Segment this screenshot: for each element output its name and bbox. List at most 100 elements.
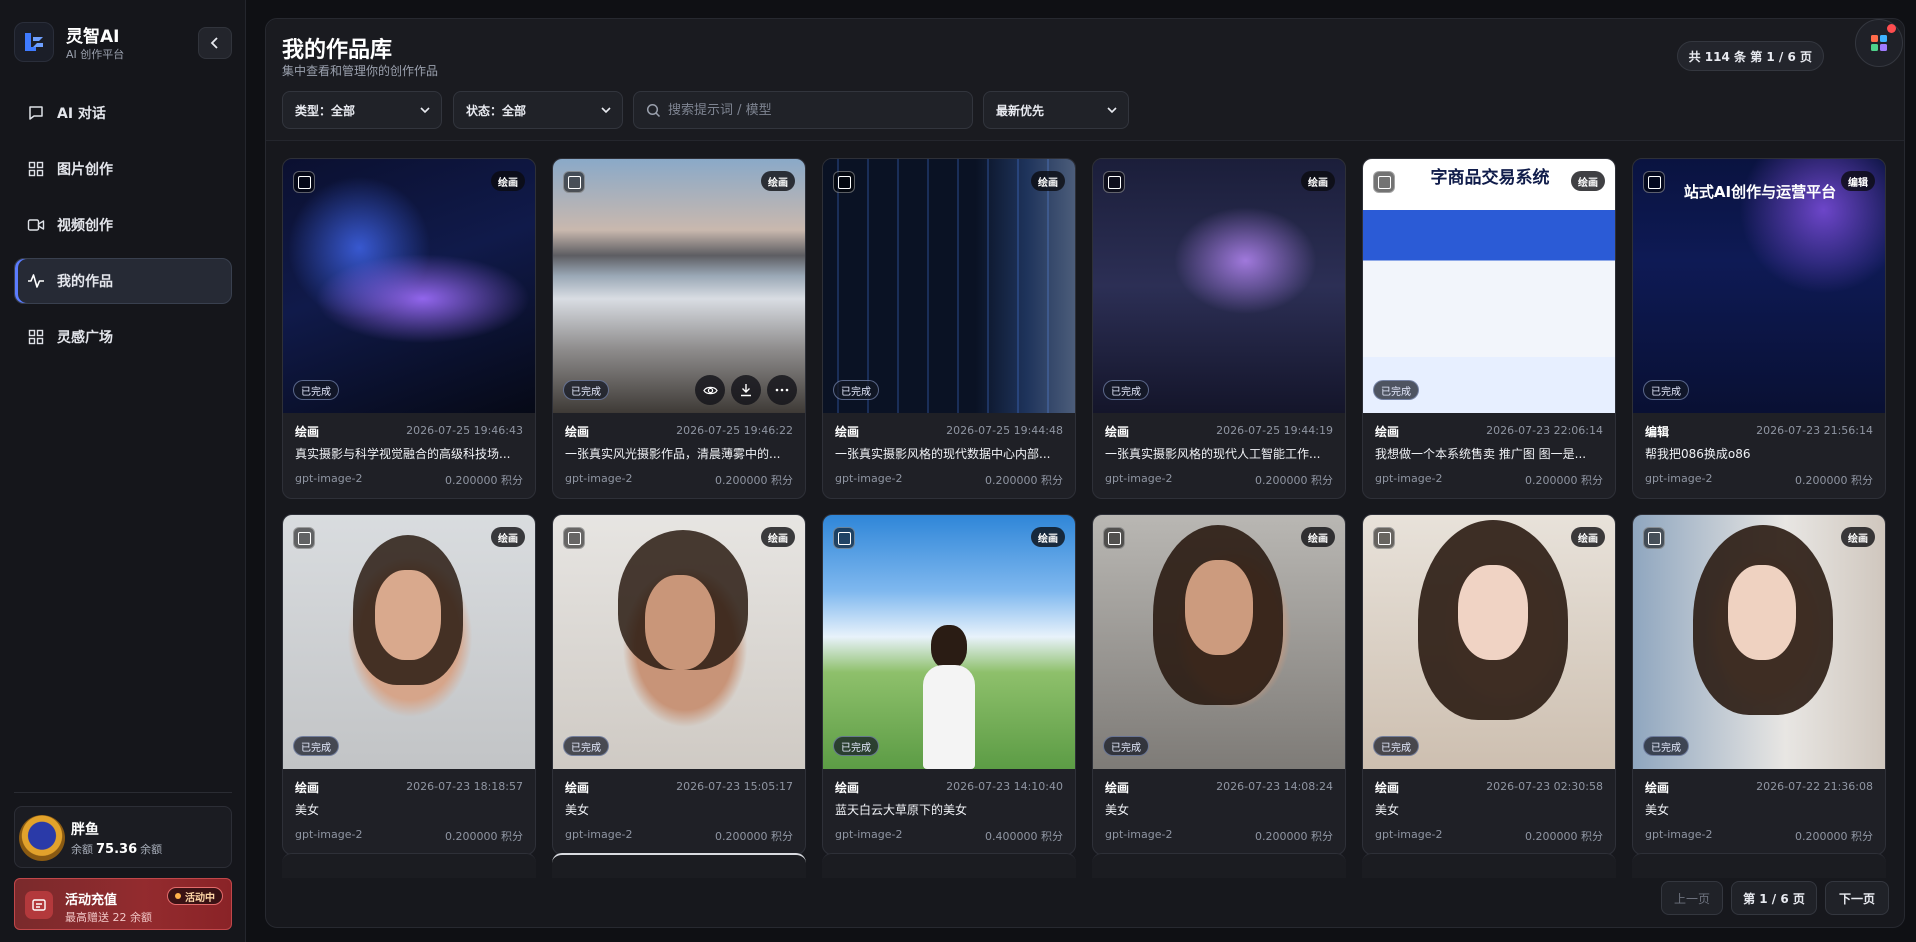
- work-prompt: 一张真实摄影风格的现代人工智能工作...: [1105, 447, 1321, 461]
- user-card[interactable]: 胖鱼 余额 75.36 余额: [14, 806, 232, 868]
- sidebar-divider: [14, 792, 232, 793]
- select-checkbox[interactable]: [833, 527, 855, 549]
- select-checkbox[interactable]: [1643, 171, 1665, 193]
- type-filter-select[interactable]: 类型：全部: [282, 91, 442, 129]
- activity-icon: [27, 272, 45, 290]
- sidebar-nav: AI 对话 图片创作 视频创作 我的作品 灵感广场: [14, 90, 232, 370]
- type-tag: 绘画: [1841, 527, 1875, 547]
- more-button[interactable]: [767, 375, 797, 405]
- sidebar-item-inspiration[interactable]: 灵感广场: [14, 314, 232, 360]
- work-thumbnail[interactable]: [283, 159, 535, 413]
- work-type: 绘画: [835, 425, 860, 439]
- sidebar-item-label: 灵感广场: [57, 330, 113, 346]
- work-thumbnail[interactable]: [1633, 515, 1885, 769]
- work-cost: 0.200000 积分: [445, 830, 523, 843]
- work-card[interactable]: 绘画 已完成 绘画 2026-07-23 14:08:24 美女 gpt-ima…: [1092, 514, 1346, 855]
- work-thumbnail[interactable]: [283, 515, 535, 769]
- select-checkbox[interactable]: [563, 171, 585, 193]
- work-thumbnail[interactable]: 字商品交易系统: [1363, 159, 1615, 413]
- status-badge: 已完成: [833, 380, 879, 400]
- sidebar-item-ai-chat[interactable]: AI 对话: [14, 90, 232, 136]
- work-card[interactable]: 绘画 已完成 绘画 2026-07-23 15:05:17 美女 gpt-ima…: [552, 514, 806, 855]
- sidebar-item-image-creation[interactable]: 图片创作: [14, 146, 232, 192]
- status-badge: 已完成: [1373, 736, 1419, 756]
- work-type: 绘画: [1375, 425, 1400, 439]
- work-date: 2026-07-23 14:08:24: [1216, 780, 1333, 793]
- work-card[interactable]: 绘画 已完成 绘画 2026-07-22 21:36:08 美女 gpt-ima…: [1632, 514, 1886, 855]
- next-page-button[interactable]: 下一页: [1825, 881, 1889, 915]
- work-model: gpt-image-2: [1105, 472, 1173, 485]
- user-name: 胖鱼: [71, 822, 99, 838]
- work-prompt: 帮我把086换成o86: [1645, 447, 1751, 461]
- work-card[interactable]: 绘画 已完成 绘画 2026-07-25 19:44:19 一张真实摄影风格的现…: [1092, 158, 1346, 499]
- prev-page-button[interactable]: 上一页: [1661, 881, 1723, 915]
- work-thumbnail[interactable]: [553, 515, 805, 769]
- work-card[interactable]: 字商品交易系统 绘画 已完成 绘画 2026-07-23 22:06:14 我想…: [1362, 158, 1616, 499]
- work-thumbnail[interactable]: [823, 515, 1075, 769]
- search-box: [633, 91, 973, 129]
- type-tag: 绘画: [1301, 527, 1335, 547]
- sort-select[interactable]: 最新优先: [983, 91, 1129, 129]
- work-date: 2026-07-25 19:44:19: [1216, 424, 1333, 437]
- work-card[interactable]: 绘画 已完成 绘画 2026-07-25 19:44:48 一张真实摄影风格的现…: [822, 158, 1076, 499]
- work-prompt: 一张真实风光摄影作品，清晨薄雾中的...: [565, 447, 781, 461]
- search-input[interactable]: [668, 92, 964, 128]
- work-thumbnail[interactable]: 站式AI创作与运营平台: [1633, 159, 1885, 413]
- work-cost: 0.200000 积分: [1795, 830, 1873, 843]
- select-checkbox[interactable]: [1373, 527, 1395, 549]
- work-card-peek: [1632, 853, 1886, 878]
- promo-recharge-card[interactable]: 活动充值 最高赠送 22 余额 活动中: [14, 878, 232, 930]
- work-date: 2026-07-23 15:05:17: [676, 780, 793, 793]
- sidebar-item-my-works[interactable]: 我的作品: [14, 258, 232, 304]
- select-checkbox[interactable]: [1103, 171, 1125, 193]
- select-checkbox[interactable]: [1643, 527, 1665, 549]
- work-model: gpt-image-2: [835, 828, 903, 841]
- work-card[interactable]: 绘画 已完成 绘画 2026-07-23 14:10:40 蓝天白云大草原下的美…: [822, 514, 1076, 855]
- work-model: gpt-image-2: [1105, 828, 1173, 841]
- type-tag: 编辑: [1841, 171, 1875, 191]
- status-badge: 已完成: [833, 736, 879, 756]
- work-card[interactable]: 绘画 已完成 绘画 2026-07-23 02:30:58 美女 gpt-ima…: [1362, 514, 1616, 855]
- work-card-peek: [552, 853, 806, 878]
- select-checkbox[interactable]: [833, 171, 855, 193]
- apps-button[interactable]: [1855, 19, 1903, 67]
- chevron-down-icon: [1107, 107, 1117, 114]
- sidebar-item-video-creation[interactable]: 视频创作: [14, 202, 232, 248]
- work-type: 编辑: [1645, 425, 1670, 439]
- work-thumbnail[interactable]: [1093, 515, 1345, 769]
- work-card[interactable]: 站式AI创作与运营平台 编辑 已完成 编辑 2026-07-23 21:56:1…: [1632, 158, 1886, 499]
- promo-subtitle: 最高赠送 22 余额: [65, 911, 152, 924]
- app-name: 灵智AI: [66, 27, 120, 47]
- collapse-sidebar-button[interactable]: [198, 27, 232, 59]
- work-thumbnail[interactable]: [1363, 515, 1615, 769]
- work-thumbnail[interactable]: [823, 159, 1075, 413]
- select-checkbox[interactable]: [293, 171, 315, 193]
- work-card[interactable]: 绘画 已完成 绘画 2026-07-25 19:46:43 真实摄影与科学视觉融…: [282, 158, 536, 499]
- select-checkbox[interactable]: [563, 527, 585, 549]
- main-panel: 我的作品库 集中查看和管理你的创作作品 共 114 条 第 1 / 6 页 类型…: [265, 18, 1905, 928]
- work-card[interactable]: 绘画 已完成 绘画 2026-07-23 18:18:57 美女 gpt-ima…: [282, 514, 536, 855]
- download-button[interactable]: [731, 375, 761, 405]
- work-prompt: 真实摄影与科学视觉融合的高级科技场...: [295, 447, 511, 461]
- work-cost: 0.200000 积分: [445, 474, 523, 487]
- work-date: 2026-07-23 22:06:14: [1486, 424, 1603, 437]
- work-date: 2026-07-25 19:44:48: [946, 424, 1063, 437]
- logo-icon: [14, 22, 54, 62]
- status-badge: 已完成: [293, 380, 339, 400]
- select-checkbox[interactable]: [293, 527, 315, 549]
- header: 我的作品库 集中查看和管理你的创作作品 共 114 条 第 1 / 6 页 类型…: [266, 19, 1904, 141]
- status-filter-select[interactable]: 状态：全部: [453, 91, 623, 129]
- preview-button[interactable]: [695, 375, 725, 405]
- work-model: gpt-image-2: [295, 472, 363, 485]
- work-prompt: 美女: [1375, 803, 1400, 817]
- select-checkbox[interactable]: [1373, 171, 1395, 193]
- chat-icon: [27, 104, 45, 122]
- chevron-down-icon: [601, 107, 611, 114]
- work-thumbnail[interactable]: [1093, 159, 1345, 413]
- work-prompt: 美女: [295, 803, 320, 817]
- work-prompt: 蓝天白云大草原下的美女: [835, 803, 968, 817]
- select-checkbox[interactable]: [1103, 527, 1125, 549]
- work-card[interactable]: 绘画 已完成 绘画 2026-07-25 19:46:22 一张真实风光摄影作品…: [552, 158, 806, 499]
- wallet-icon: [25, 891, 53, 919]
- work-cost: 0.400000 积分: [985, 830, 1063, 843]
